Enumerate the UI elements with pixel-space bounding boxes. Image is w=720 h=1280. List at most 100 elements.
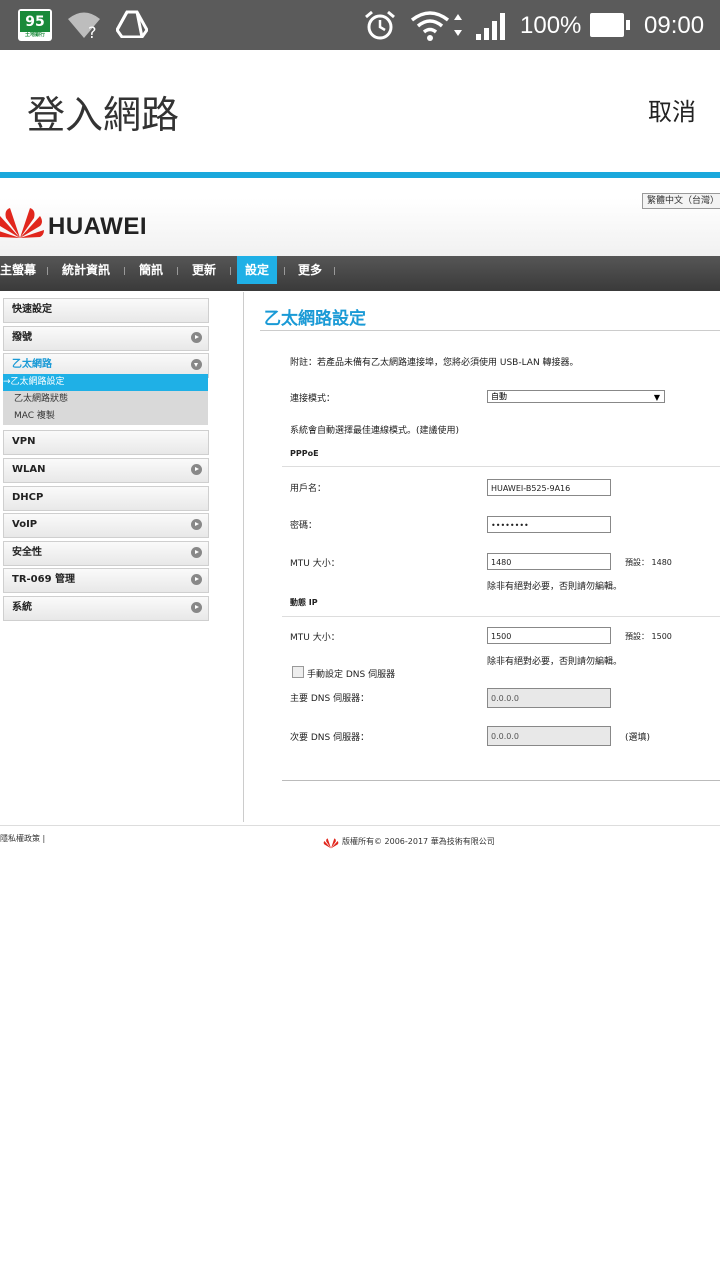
sidebar-item-label: 系統 [12, 602, 32, 613]
pppoe-mtu-default: 預設： 1480 [625, 558, 672, 567]
heading-divider [260, 330, 720, 331]
copyright-text: 版權所有© 2006-2017 華為技術有限公司 [342, 837, 495, 846]
nav-separator [177, 267, 178, 275]
nav-settings[interactable]: 設定 [237, 256, 278, 284]
section-heading: 乙太網路設定 [264, 309, 366, 329]
collapse-arrow-icon [191, 359, 202, 370]
dynamic-mtu-label: MTU 大小： [290, 633, 340, 643]
nav-separator [334, 267, 335, 275]
sidebar-item-label: WLAN [12, 464, 46, 475]
expand-arrow-icon [191, 464, 202, 475]
pppoe-mtu-hint: 除非有絕對必要，否則請勿編輯。 [487, 582, 623, 592]
sidebar-sub-mac-clone[interactable]: MAC 複製 [3, 408, 208, 425]
sidebar-item-wlan[interactable]: WLAN [3, 458, 209, 483]
dynamic-mtu-default: 預設： 1500 [625, 632, 672, 641]
pppoe-mtu-label: MTU 大小： [290, 559, 340, 569]
nav-sms[interactable]: 簡訊 [139, 256, 163, 291]
cancel-button[interactable]: 取消 [648, 92, 696, 127]
sidebar-item-label: 安全性 [12, 547, 42, 558]
connection-mode-label: 連接模式： [290, 394, 336, 404]
sidebar-item-security[interactable]: 安全性 [3, 541, 209, 566]
primary-dns-label: 主要 DNS 伺服器： [290, 694, 370, 704]
sidebar-item-vpn[interactable]: VPN [3, 430, 209, 455]
expand-arrow-icon [191, 602, 202, 613]
pppoe-section-label: PPPoE [290, 449, 319, 458]
nav-more[interactable]: 更多 [298, 256, 322, 291]
sidebar-item-label: VoIP [12, 519, 38, 530]
router-webpage: 繁體中文（台灣） HUAWEI 主螢幕 統計資訊 簡訊 更新 設定 更多 快速設… [0, 180, 720, 880]
sidebar-item-dialup[interactable]: 撥號 [3, 326, 209, 351]
svg-text:?: ? [88, 23, 97, 40]
secondary-dns-input[interactable]: 0.0.0.0 [487, 726, 611, 746]
pppoe-mtu-input[interactable]: 1480 [487, 553, 611, 570]
sidebar-item-label: 快速設定 [12, 304, 52, 315]
content-bottom-divider [282, 780, 720, 781]
brand-name: HUAWEI [48, 213, 147, 240]
expand-arrow-icon [191, 574, 202, 585]
alarm-icon [365, 10, 395, 40]
sidebar-item-label: TR-069 管理 [12, 574, 76, 585]
language-selector[interactable]: 繁體中文（台灣） [642, 193, 720, 209]
sidebar-item-system[interactable]: 系統 [3, 596, 209, 621]
sidebar-item-dhcp[interactable]: DHCP [3, 486, 209, 511]
section-divider [282, 616, 720, 617]
signal-icon [476, 13, 505, 40]
expand-arrow-icon [191, 332, 202, 343]
auto-mode-hint: 系統會自動選擇最佳連線模式。(建議使用) [290, 426, 460, 436]
primary-dns-input[interactable]: 0.0.0.0 [487, 688, 611, 708]
battery-percent: 100% [520, 12, 582, 39]
sidebar-item-label: DHCP [12, 492, 44, 503]
optional-label: (選填) [625, 733, 651, 743]
password-input[interactable]: •••••••• [487, 516, 611, 533]
password-label: 密碼： [290, 521, 318, 531]
battery-icon [590, 13, 630, 37]
username-input[interactable]: HUAWEI-B525-9A16 [487, 479, 611, 496]
vertical-divider [243, 292, 244, 822]
status-bar: 95 土地銀行 ? 100% 09:00 [0, 0, 720, 50]
dropdown-arrow-icon: ▼ [653, 393, 660, 402]
section-divider [282, 466, 720, 467]
dynamic-mtu-input[interactable]: 1500 [487, 627, 611, 644]
app-icon-subtext: 土地銀行 [20, 32, 50, 39]
nav-separator [124, 267, 125, 275]
manual-dns-label: 手動設定 DNS 伺服器 [307, 670, 396, 680]
connection-mode-select[interactable]: 自動 ▼ [487, 390, 665, 403]
dynamic-ip-section-label: 動態 IP [290, 598, 318, 607]
sidebar-sub-ethernet-status[interactable]: 乙太網路狀態 [3, 391, 208, 408]
wifi-unknown-icon: ? [68, 12, 100, 40]
drive-icon [116, 10, 148, 38]
usb-lan-note: 附註：若產品未備有乙太網路連接埠，您將必須使用 USB-LAN 轉接器。 [290, 358, 579, 368]
app-bar: 登入網路 取消 [0, 50, 720, 174]
sidebar-sub-ethernet-settings[interactable]: →乙太網路設定 [3, 374, 208, 391]
wifi-icon [410, 11, 462, 41]
sidebar-item-tr069[interactable]: TR-069 管理 [3, 568, 209, 593]
sidebar-item-quick-setup[interactable]: 快速設定 [3, 298, 209, 323]
page-title: 登入網路 [27, 93, 180, 137]
huawei-logo-icon [0, 208, 44, 238]
nav-separator [47, 267, 48, 275]
footer-divider [0, 825, 720, 826]
clock: 09:00 [644, 12, 705, 39]
sidebar-item-label: 撥號 [12, 332, 32, 343]
sidebar-item-label: 乙太網路 [12, 359, 52, 370]
nav-statistics[interactable]: 統計資訊 [62, 256, 110, 291]
nav-home[interactable]: 主螢幕 [0, 256, 36, 291]
secondary-dns-label: 次要 DNS 伺服器： [290, 733, 370, 743]
sidebar-item-voip[interactable]: VoIP [3, 513, 209, 538]
manual-dns-checkbox[interactable] [292, 666, 304, 678]
accent-divider [0, 172, 720, 178]
username-label: 用戶名： [290, 484, 327, 494]
connection-mode-value: 自動 [491, 392, 507, 401]
top-nav: 主螢幕 統計資訊 簡訊 更新 設定 更多 [0, 256, 720, 291]
dynamic-mtu-hint: 除非有絕對必要，否則請勿編輯。 [487, 657, 623, 667]
nav-separator [230, 267, 231, 275]
expand-arrow-icon [191, 547, 202, 558]
privacy-policy-link[interactable]: 隱私權政策 | [0, 833, 45, 844]
nav-update[interactable]: 更新 [192, 256, 216, 291]
huawei-footer-logo-icon [323, 838, 339, 849]
sidebar-item-label: VPN [12, 436, 36, 447]
app-icon-text: 95 [25, 14, 45, 30]
bank-app-icon: 95 土地銀行 [18, 9, 52, 41]
nav-separator [284, 267, 285, 275]
expand-arrow-icon [191, 519, 202, 530]
